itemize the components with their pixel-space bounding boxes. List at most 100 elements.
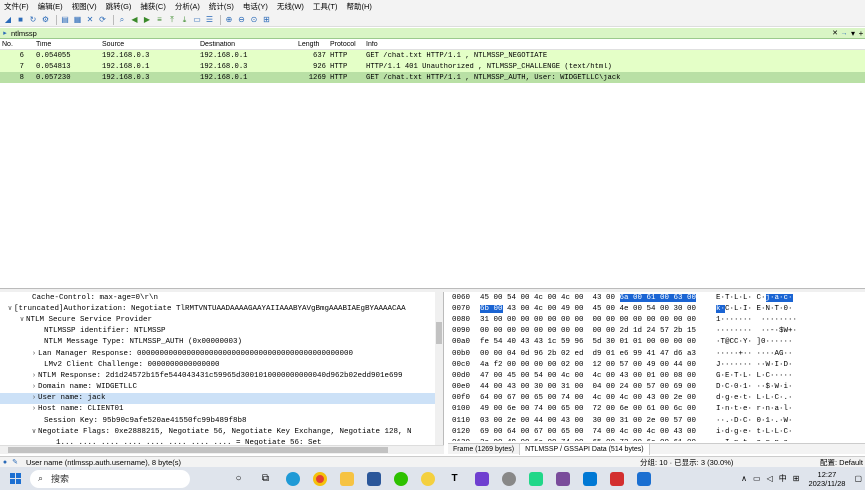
notification-icon[interactable]: ▢ xyxy=(854,474,862,483)
menu-item[interactable]: 统计(S) xyxy=(209,1,234,12)
tray-chevron-icon[interactable]: ∧ xyxy=(741,474,747,483)
column-header-length[interactable]: Length xyxy=(298,41,330,48)
menu-item[interactable]: 视图(V) xyxy=(72,1,97,12)
task-view-icon[interactable]: ⧉ xyxy=(256,470,276,488)
detail-tree-item[interactable]: LMv2 Client Challenge: 0000000000000000 xyxy=(0,359,443,370)
open-file-icon[interactable]: ▤ xyxy=(60,15,70,25)
byte-row[interactable]: 00a0 fe 54 40 43 43 1c 59 96 5d 30 01 01 … xyxy=(448,337,865,348)
tab-ntlmssp-bytes[interactable]: NTLMSSP / GSSAPI Data (514 bytes) xyxy=(520,443,650,455)
colorize-icon[interactable]: ☰ xyxy=(205,15,215,25)
cortana-icon[interactable]: ○ xyxy=(229,470,249,488)
wechat-icon[interactable] xyxy=(391,470,411,488)
restart-icon[interactable]: ↻ xyxy=(28,15,38,25)
byte-row[interactable]: 0100 49 00 6e 00 74 00 65 00 72 00 6e 00 … xyxy=(448,404,865,415)
pycharm-icon[interactable] xyxy=(526,470,546,488)
byte-row[interactable]: 0070 6b 00 43 00 4c 00 49 00 45 00 4e 00 … xyxy=(448,303,865,314)
save-file-icon[interactable]: ▦ xyxy=(73,15,83,25)
taskbar-search[interactable]: ⌕ 搜索 xyxy=(30,469,190,488)
typora-icon[interactable]: T xyxy=(445,470,465,488)
column-header-protocol[interactable]: Protocol xyxy=(330,41,366,48)
tree-expander-icon[interactable]: › xyxy=(30,350,38,358)
detail-tree-item[interactable]: › NTLM Response: 2d1d24572b15fe544043431c… xyxy=(0,370,443,381)
chrome-icon[interactable] xyxy=(310,470,330,488)
zoom-normal-icon[interactable]: ⊙ xyxy=(249,15,259,25)
menu-item[interactable]: 工具(T) xyxy=(313,1,338,12)
tree-expander-icon[interactable]: › xyxy=(30,383,38,391)
column-header-no[interactable]: No. xyxy=(0,41,30,48)
detail-tree-item[interactable]: › User name: jack xyxy=(0,392,443,404)
back-arrow-icon[interactable]: ◀ xyxy=(130,15,140,25)
detail-tree-item[interactable]: 1... .... .... .... .... .... .... .... … xyxy=(0,437,443,445)
menu-item[interactable]: 电话(Y) xyxy=(243,1,268,12)
app-yellow-icon[interactable] xyxy=(418,470,438,488)
close-file-icon[interactable]: ✕ xyxy=(85,15,95,25)
menu-item[interactable]: 跳转(G) xyxy=(106,1,132,12)
detail-tree-item[interactable]: › Host name: CLIENT01 xyxy=(0,404,443,415)
start-button[interactable] xyxy=(5,469,25,489)
shark-fin-start-icon[interactable]: ◢ xyxy=(3,15,13,25)
tree-expander-icon[interactable]: › xyxy=(30,394,38,402)
detail-tree-item[interactable]: ∨ [truncated]Authorization: Negotiate TlR… xyxy=(0,303,443,314)
tab-frame-bytes[interactable]: Frame (1269 bytes) xyxy=(448,443,521,455)
apply-filter-icon[interactable]: → xyxy=(839,30,849,37)
byte-row[interactable]: 01302e 00 49 00 6e 00 74 00 65 00 72 00 … xyxy=(448,437,865,441)
scrollbar-thumb[interactable] xyxy=(436,322,442,344)
details-vertical-scrollbar[interactable] xyxy=(435,292,443,445)
menu-item[interactable]: 分析(A) xyxy=(175,1,200,12)
goto-packet-icon[interactable]: ≡ xyxy=(155,15,165,25)
stop-icon[interactable]: ■ xyxy=(16,15,26,25)
autoscroll-icon[interactable]: ▭ xyxy=(192,15,202,25)
byte-row[interactable]: 0110 03 00 2e 00 44 00 43 00 30 00 31 00 … xyxy=(448,415,865,426)
word-icon[interactable] xyxy=(364,470,384,488)
tree-expander-icon[interactable]: › xyxy=(30,405,38,413)
detail-tree-item[interactable]: NTLM Message Type: NTLMSSP_AUTH (0x00000… xyxy=(0,337,443,348)
byte-row[interactable]: 00e0 44 00 43 00 30 00 31 00 04 00 24 00 … xyxy=(448,382,865,393)
packet-row[interactable]: 8 0.057230 192.168.0.3 192.168.0.1 1269 HTTP G… xyxy=(0,72,865,83)
detail-tree-item[interactable]: › Domain name: WIDGETLLC xyxy=(0,382,443,393)
add-filter-button-icon[interactable]: + xyxy=(857,29,865,38)
reload-icon[interactable]: ⟳ xyxy=(98,15,108,25)
packet-row[interactable]: 7 0.054813 192.168.0.1 192.168.0.3 926 HTTP HT… xyxy=(0,61,865,72)
vscode-icon[interactable] xyxy=(580,470,600,488)
packet-row[interactable]: 6 0.054055 192.168.0.3 192.168.0.1 637 HTTP GE… xyxy=(0,50,865,61)
byte-row[interactable]: 0120 69 00 64 00 67 00 65 00 74 00 4c 00 … xyxy=(448,426,865,437)
detail-tree-item[interactable]: ∨ Negotiate Flags: 0xe2888215, Negotiate … xyxy=(0,426,443,437)
forward-arrow-icon[interactable]: ▶ xyxy=(142,15,152,25)
volume-icon[interactable]: ◁ xyxy=(767,474,773,483)
detail-tree-item[interactable]: ∨ NTLM Secure Service Provider xyxy=(0,314,443,325)
menu-item[interactable]: 文件(F) xyxy=(4,1,29,12)
menu-item[interactable]: 编辑(E) xyxy=(38,1,63,12)
byte-row[interactable]: 0060 45 00 54 00 4c 00 4c 00 43 00 6a 00 … xyxy=(448,292,865,303)
detail-tree-item[interactable]: Session Key: 95b90c9afe520ae41550fc99b48… xyxy=(0,415,443,426)
menu-item[interactable]: 无线(W) xyxy=(277,1,304,12)
tree-expander-icon[interactable]: ∨ xyxy=(6,304,14,313)
clock[interactable]: 12:27 2023/11/28 xyxy=(808,470,845,488)
last-packet-icon[interactable]: ⤓ xyxy=(180,15,190,25)
tree-expander-icon[interactable]: › xyxy=(30,372,38,380)
byte-row[interactable]: 00f0 64 00 67 00 65 00 74 00 4c 00 4c 00 … xyxy=(448,393,865,404)
column-header-destination[interactable]: Destination xyxy=(200,41,298,48)
byte-row[interactable]: 0080 31 00 00 00 00 00 00 00 00 00 00 00 … xyxy=(448,314,865,325)
detail-tree-item[interactable]: NTLMSSP identifier: NTLMSSP xyxy=(0,326,443,337)
media-icon[interactable] xyxy=(499,470,519,488)
zoom-in-icon[interactable]: ⊕ xyxy=(224,15,234,25)
folder-icon[interactable] xyxy=(337,470,357,488)
status-edit-icon[interactable]: ✎ xyxy=(10,458,20,466)
column-header-info[interactable]: Info xyxy=(366,41,865,48)
zoom-out-icon[interactable]: ⊖ xyxy=(237,15,247,25)
status-profile[interactable]: 配置: Default xyxy=(820,457,865,468)
ime-indicator[interactable]: 中 xyxy=(779,473,787,484)
app-red-icon[interactable] xyxy=(607,470,627,488)
edge-icon[interactable] xyxy=(283,470,303,488)
tree-expander-icon[interactable]: ∨ xyxy=(18,315,26,324)
details-horizontal-scrollbar[interactable] xyxy=(0,445,444,454)
options-gear-icon[interactable]: ⚙ xyxy=(41,15,51,25)
status-ready-icon[interactable]: ● xyxy=(0,459,10,466)
winrar-icon[interactable] xyxy=(553,470,573,488)
bookmark-icon[interactable]: ▸ xyxy=(0,29,10,37)
scrollbar-thumb[interactable] xyxy=(8,447,388,453)
resize-columns-icon[interactable]: ⊞ xyxy=(262,15,272,25)
tree-expander-icon[interactable]: ∨ xyxy=(30,427,38,436)
byte-row[interactable]: 00d0 47 00 45 00 54 00 4c 00 4c 00 43 00 … xyxy=(448,370,865,381)
byte-row[interactable]: 00c0 4a f2 00 00 00 00 02 00 12 00 57 00 … xyxy=(448,359,865,370)
